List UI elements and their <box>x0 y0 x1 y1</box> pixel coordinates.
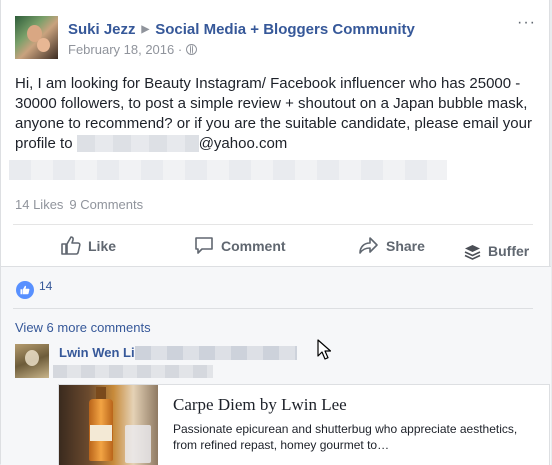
post-text: Hi, I am looking for Beauty Instagram/ F… <box>15 74 535 154</box>
globe-icon <box>186 44 198 55</box>
redacted-text <box>135 346 297 360</box>
author-avatar[interactable] <box>15 16 58 59</box>
like-label: Like <box>88 238 117 254</box>
like-button[interactable]: Like <box>61 236 116 255</box>
comment-label: Comment <box>221 238 286 254</box>
link-preview-card[interactable]: Carpe Diem by Lwin Lee Passionate epicur… <box>58 384 550 465</box>
buffer-button[interactable]: Buffer <box>464 243 529 260</box>
buffer-label: Buffer <box>488 243 530 259</box>
redacted-email <box>76 134 199 152</box>
meta-separator: · <box>177 42 183 57</box>
link-thumbnail <box>59 385 158 465</box>
divider <box>13 308 533 309</box>
post-header: Suki Jezz ▶ Social Media + Bloggers Commun… <box>68 21 415 38</box>
group-name[interactable]: Social Media + Bloggers Community <box>155 21 415 38</box>
arrow-right-icon: ▶ <box>141 24 150 35</box>
comments-count[interactable]: 9 Comments <box>69 197 143 212</box>
mouse-cursor-icon <box>317 339 331 360</box>
likes-count[interactable]: 14 Likes <box>15 197 63 212</box>
post-card: Suki Jezz ▶ Social Media + Bloggers Commun… <box>0 0 551 465</box>
post-stats: 14 Likes 9 Comments <box>15 197 143 212</box>
reactions-summary[interactable]: 14 <box>16 279 52 299</box>
buffer-stack-icon <box>464 245 481 260</box>
divider <box>13 224 533 225</box>
commenter-name[interactable]: Lwin Wen Li <box>59 345 135 360</box>
post-date[interactable]: February 18, 2016 <box>68 42 174 57</box>
share-label: Share <box>386 238 425 254</box>
redacted-text <box>9 160 447 180</box>
thumbs-up-icon <box>61 236 81 255</box>
like-reaction-icon <box>16 281 34 299</box>
comment-button[interactable]: Comment <box>194 236 286 255</box>
author-name[interactable]: Suki Jezz <box>68 21 136 38</box>
commenter-avatar[interactable] <box>15 344 49 378</box>
link-description: Passionate epicurean and shutterbug who … <box>173 422 518 452</box>
share-icon <box>359 237 378 254</box>
share-button[interactable]: Share <box>359 236 425 255</box>
email-domain: @yahoo.com <box>198 135 288 152</box>
comment-icon <box>195 237 213 254</box>
post-meta: February 18, 2016 · <box>68 42 198 57</box>
reaction-count: 14 <box>39 279 53 293</box>
view-more-comments-link[interactable]: View 6 more comments <box>15 320 151 335</box>
more-options-icon[interactable]: ··· <box>517 14 536 32</box>
link-title[interactable]: Carpe Diem by Lwin Lee <box>173 395 347 415</box>
redacted-text <box>53 365 213 378</box>
